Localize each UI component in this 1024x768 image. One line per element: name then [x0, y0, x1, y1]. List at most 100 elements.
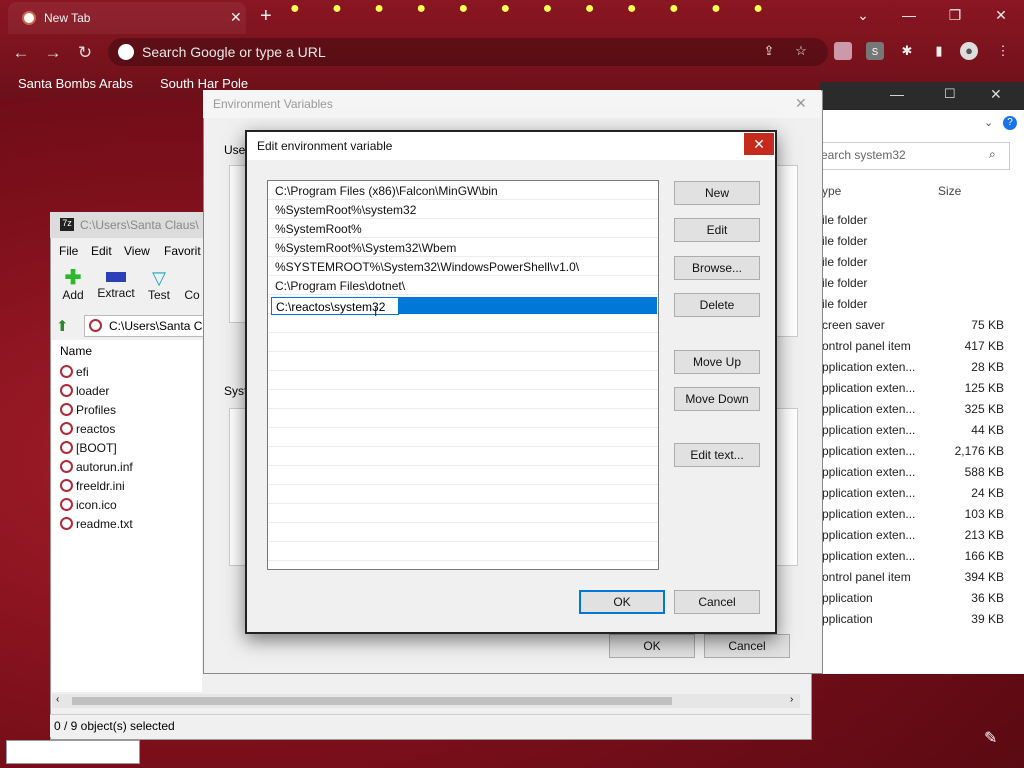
bookmark-star-icon[interactable]: ☆: [792, 42, 810, 60]
list-item[interactable]: pplication exten... 125 KB: [822, 378, 1006, 398]
add-button[interactable]: ✚ Add: [53, 268, 93, 302]
copy-button[interactable]: Co: [180, 268, 204, 302]
extensions-puzzle-icon[interactable]: ✱: [898, 42, 916, 60]
horizontal-scrollbar[interactable]: ‹ ›: [52, 694, 800, 708]
taskbar-item[interactable]: [6, 740, 140, 764]
list-item[interactable]: pplication exten... 28 KB: [822, 357, 1006, 377]
bookmark-santa[interactable]: Santa Bombs Arabs: [18, 76, 133, 91]
list-item[interactable]: ile folder: [822, 294, 1006, 314]
menu-kebab-icon[interactable]: ⋮: [994, 42, 1012, 60]
list-item[interactable]: pplication exten... 213 KB: [822, 525, 1006, 545]
path-row[interactable]: %SystemRoot%\System32\Wbem: [268, 238, 658, 257]
list-item[interactable]: ontrol panel item 394 KB: [822, 567, 1006, 587]
column-header-size[interactable]: Size: [938, 184, 961, 198]
extract-button[interactable]: Extract: [96, 268, 136, 300]
restore-button[interactable]: ❐: [932, 0, 978, 30]
path-row[interactable]: [268, 485, 658, 504]
menu-view[interactable]: View: [124, 244, 150, 258]
test-button[interactable]: ▽ Test: [139, 268, 179, 302]
path-row[interactable]: [268, 352, 658, 371]
list-item[interactable]: pplication 39 KB: [822, 609, 1006, 629]
path-row[interactable]: [268, 504, 658, 523]
list-item[interactable]: ile folder: [822, 273, 1006, 293]
env-cancel-button[interactable]: Cancel: [704, 634, 790, 658]
list-item[interactable]: creen saver 75 KB: [822, 315, 1006, 335]
tab-new-tab[interactable]: New Tab ✕: [8, 2, 246, 34]
path-row[interactable]: [268, 371, 658, 390]
menu-favorites[interactable]: Favorit: [164, 244, 201, 258]
menu-file[interactable]: File: [59, 244, 78, 258]
path-row[interactable]: %SystemRoot%\system32: [268, 200, 658, 219]
path-row[interactable]: [268, 390, 658, 409]
list-item[interactable]: pplication exten... 24 KB: [822, 483, 1006, 503]
new-tab-button[interactable]: +: [260, 5, 272, 28]
column-header-type[interactable]: ype: [822, 184, 841, 198]
maximize-icon[interactable]: ☐: [944, 86, 956, 102]
list-item[interactable]: ile folder: [822, 231, 1006, 251]
close-window-button[interactable]: ✕: [978, 0, 1024, 30]
path-edit-input[interactable]: C:\reactos\system32: [271, 297, 399, 315]
up-folder-icon[interactable]: ⬆: [56, 317, 69, 335]
path-row[interactable]: C:\Program Files\dotnet\: [268, 276, 658, 295]
side-panel-icon[interactable]: ▮: [930, 42, 948, 60]
extension-s-icon[interactable]: s: [866, 42, 884, 60]
list-item[interactable]: pplication 36 KB: [822, 588, 1006, 608]
close-icon[interactable]: ✕: [795, 95, 807, 112]
close-icon[interactable]: ✕: [990, 86, 1002, 103]
list-item[interactable]: ontrol panel item 417 KB: [822, 336, 1006, 356]
file-size: 325 KB: [964, 402, 1004, 416]
close-icon[interactable]: ✕: [230, 9, 242, 26]
move-up-button[interactable]: Move Up: [674, 350, 760, 374]
list-item[interactable]: ile folder: [822, 252, 1006, 272]
edit-text-button[interactable]: Edit text...: [674, 443, 760, 467]
share-icon[interactable]: ⇪: [760, 42, 778, 60]
path-row[interactable]: [268, 314, 658, 333]
path-row[interactable]: [268, 428, 658, 447]
delete-button[interactable]: Delete: [674, 293, 760, 317]
path-row[interactable]: C:\Program Files (x86)\Falcon\MinGW\bin: [268, 181, 658, 200]
search-input[interactable]: earch system32 ⌕: [812, 142, 1010, 170]
extension-flag-icon[interactable]: [834, 42, 852, 60]
edit-button[interactable]: Edit: [674, 218, 760, 242]
list-item[interactable]: pplication exten... 166 KB: [822, 546, 1006, 566]
list-item[interactable]: pplication exten... 2,176 KB: [822, 441, 1006, 461]
minimize-button[interactable]: —: [886, 0, 932, 30]
chevron-down-icon[interactable]: ⌄: [984, 116, 993, 129]
reload-icon[interactable]: ↻: [74, 42, 96, 64]
path-row[interactable]: [268, 523, 658, 542]
address-bar[interactable]: C:\Users\Santa Cl: [84, 315, 206, 337]
path-row[interactable]: %SYSTEMROOT%\System32\WindowsPowerShell\…: [268, 257, 658, 276]
browse-button[interactable]: Browse...: [674, 256, 760, 280]
menu-edit[interactable]: Edit: [91, 244, 112, 258]
scroll-thumb[interactable]: [72, 697, 672, 705]
path-row[interactable]: [268, 542, 658, 561]
list-item[interactable]: pplication exten... 588 KB: [822, 462, 1006, 482]
help-icon[interactable]: ?: [1003, 116, 1017, 130]
list-item[interactable]: pplication exten... 325 KB: [822, 399, 1006, 419]
path-row[interactable]: [268, 466, 658, 485]
ok-button[interactable]: OK: [579, 590, 665, 614]
cancel-button[interactable]: Cancel: [674, 590, 760, 614]
path-row[interactable]: [268, 333, 658, 352]
path-row[interactable]: [268, 409, 658, 428]
list-item[interactable]: pplication exten... 44 KB: [822, 420, 1006, 440]
path-row[interactable]: [268, 447, 658, 466]
column-header-name[interactable]: Name: [60, 344, 92, 358]
move-down-button[interactable]: Move Down: [674, 387, 760, 411]
pencil-icon[interactable]: ✎: [984, 728, 997, 748]
system-scrollbar[interactable]: [776, 408, 798, 566]
back-icon[interactable]: ←: [10, 42, 32, 64]
scroll-left-icon[interactable]: ‹: [56, 694, 59, 705]
scroll-right-icon[interactable]: ›: [790, 694, 793, 705]
tab-search-icon[interactable]: ⌄: [840, 0, 886, 30]
close-button[interactable]: ✕: [744, 133, 774, 155]
env-ok-button[interactable]: OK: [609, 634, 695, 658]
list-item[interactable]: ile folder: [822, 210, 1006, 230]
new-button[interactable]: New: [674, 181, 760, 205]
list-item[interactable]: pplication exten... 103 KB: [822, 504, 1006, 524]
minimize-icon[interactable]: —: [890, 86, 904, 102]
bookmark-south-pole[interactable]: South Har Pole: [160, 76, 248, 91]
path-row[interactable]: %SystemRoot%: [268, 219, 658, 238]
profile-avatar-icon[interactable]: ●: [960, 42, 978, 60]
forward-icon[interactable]: →: [42, 42, 64, 64]
